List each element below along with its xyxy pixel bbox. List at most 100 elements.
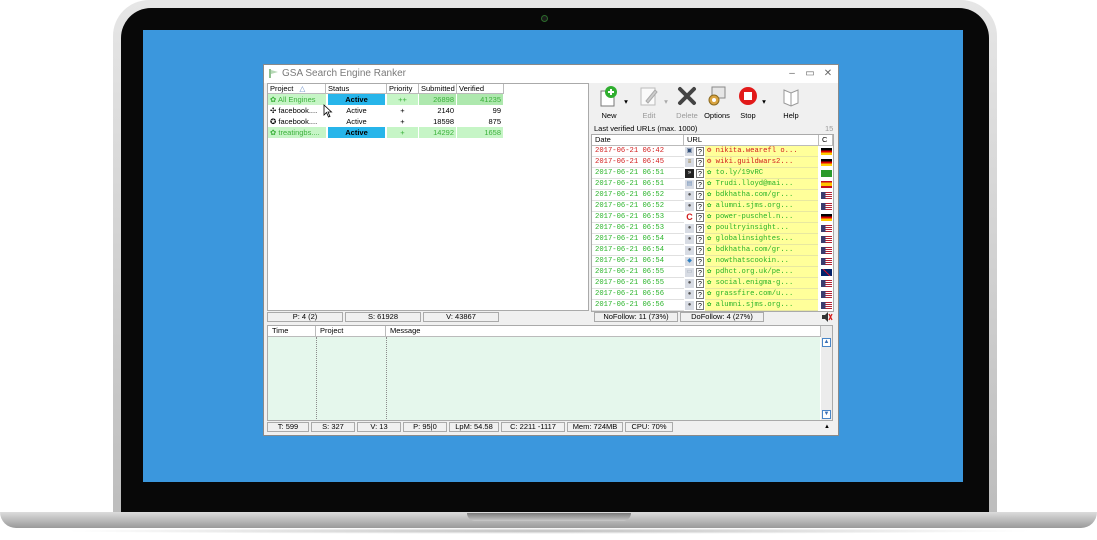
project-row[interactable]: ✪ facebook.... Active + 18598 875 — [268, 116, 504, 127]
col-priority-header[interactable]: Priority — [387, 84, 419, 94]
gear-icon: ⚙ — [707, 147, 716, 155]
col-verified-header[interactable]: Verified — [457, 84, 504, 94]
url-date: 2017-06-21 06:51 — [592, 179, 684, 190]
status-lpm: LpM: 54.58 — [449, 422, 499, 432]
url-date: 2017-06-21 06:56 — [592, 300, 684, 311]
url-row[interactable]: 2017-06-21 06:56 ●? ✿ grassfire.com/u... — [592, 289, 833, 300]
col-message-header[interactable]: Message — [386, 326, 821, 337]
url-link[interactable]: ✿ nowthatscookin... — [705, 256, 818, 267]
app-window: GSA Search Engine Ranker – ▭ ✕ Project △… — [263, 64, 839, 436]
project-cross-icon: ✣ — [270, 106, 277, 115]
edit-button[interactable]: Edit — [636, 85, 662, 120]
col-status-header[interactable]: Status — [326, 84, 387, 94]
edit-dropdown-arrow[interactable]: ▾ — [662, 85, 670, 106]
scroll-up-small-icon[interactable]: ▲ — [824, 424, 830, 430]
url-row[interactable]: 2017-06-21 06:54 ◆? ✿ nowthatscookin... — [592, 256, 833, 267]
url-link[interactable]: ✿ alumni.sjms.org... — [705, 300, 818, 311]
user-icon: ● — [685, 279, 694, 288]
url-row[interactable]: 2017-06-21 06:56 ●? ✿ alumni.sjms.org... — [592, 300, 833, 311]
url-row[interactable]: 2017-06-21 06:45 ≡? ⚙ wiki.guildwars2... — [592, 157, 833, 168]
stop-button[interactable]: Stop — [736, 85, 760, 120]
new-document-icon — [600, 86, 617, 107]
project-row[interactable]: ✣ facebook.... Active + 2140 99 — [268, 105, 504, 116]
speaker-muted-icon[interactable] — [821, 312, 833, 322]
maximize-button[interactable]: ▭ — [802, 67, 818, 80]
minimize-button[interactable]: – — [784, 67, 800, 80]
url-link[interactable]: ✿ power-puschel.n... — [705, 212, 818, 223]
url-row[interactable]: 2017-06-21 06:54 ●? ✿ bdkhatha.com/gr... — [592, 245, 833, 256]
delete-button[interactable]: Delete — [673, 85, 701, 120]
project-priority: ++ — [387, 94, 418, 105]
project-flower-icon: ✿ — [270, 95, 277, 104]
country-flag-icon — [821, 247, 832, 254]
url-row[interactable]: 2017-06-21 06:53 C? ✿ power-puschel.n... — [592, 212, 833, 223]
user-icon: ● — [685, 290, 694, 299]
flower-icon: ✿ — [707, 257, 716, 265]
scroll-down-icon[interactable]: ▼ — [822, 410, 831, 419]
stop-dropdown-arrow[interactable]: ▾ — [760, 85, 768, 106]
status-projects: P: 4 (2) — [267, 312, 343, 322]
url-link[interactable]: ✿ social.enigma-g... — [705, 278, 818, 289]
help-button[interactable]: Help — [779, 85, 803, 120]
url-row[interactable]: 2017-06-21 06:42 ▣? ⚙ nikita.wearefl o... — [592, 146, 833, 157]
new-dropdown-arrow[interactable]: ▾ — [622, 85, 630, 106]
project-priority: + — [400, 117, 405, 126]
url-row[interactable]: 2017-06-21 06:51 ▤? ✿ Trudi.lloyd@mai... — [592, 179, 833, 190]
url-row[interactable]: 2017-06-21 06:51»? ✿ to.ly/19vRC — [592, 168, 833, 179]
url-date: 2017-06-21 06:54 — [592, 245, 684, 256]
url-row[interactable]: 2017-06-21 06:55 ▭? ✿ pdhct.org.uk/pe... — [592, 267, 833, 278]
url-text: social.enigma-g... — [715, 279, 794, 287]
new-button[interactable]: New — [596, 85, 622, 120]
user-icon: ● — [685, 246, 694, 255]
url-date: 2017-06-21 06:52 — [592, 201, 684, 212]
log-scrollbar[interactable]: ▲ ▼ — [821, 326, 832, 420]
project-row[interactable]: ✿ treatingbs.... Active + 14292 1658 — [268, 127, 504, 138]
project-row[interactable]: ✿ All Engines Active ++ 26898 41235 — [268, 94, 504, 105]
col-time-header[interactable]: Time — [268, 326, 316, 337]
col-project-header[interactable]: Project △ — [268, 84, 326, 94]
url-link[interactable]: ✿ to.ly/19vRC — [705, 168, 818, 179]
flower-icon: ✿ — [707, 246, 716, 254]
close-button[interactable]: ✕ — [820, 67, 836, 80]
url-row[interactable]: 2017-06-21 06:52 ●? ✿ alumni.sjms.org... — [592, 201, 833, 212]
col-date-header[interactable]: Date — [592, 135, 684, 146]
col-url-header[interactable]: URL — [684, 135, 819, 146]
project-name: ✿ treatingbs.... — [268, 127, 326, 138]
flower-icon: ✿ — [707, 279, 716, 287]
col-submitted-header[interactable]: Submitted — [419, 84, 457, 94]
verified-urls-count: 15 — [825, 124, 834, 133]
url-link[interactable]: ✿ poultryinsight... — [705, 223, 818, 234]
url-link[interactable]: ✿ globalinsightes... — [705, 234, 818, 245]
help-book-icon — [783, 89, 799, 107]
url-link[interactable]: ✿ bdkhatha.com/gr... — [705, 245, 818, 256]
url-row[interactable]: 2017-06-21 06:52 ●? ✿ bdkhatha.com/gr... — [592, 190, 833, 201]
flower-icon: ✿ — [707, 180, 716, 188]
url-row[interactable]: 2017-06-21 06:53 ●? ✿ poultryinsight... — [592, 223, 833, 234]
flower-icon: ✿ — [707, 191, 716, 199]
country-flag-icon — [821, 269, 832, 276]
url-date: 2017-06-21 06:52 — [592, 190, 684, 201]
url-link[interactable]: ✿ grassfire.com/u... — [705, 289, 818, 300]
url-link[interactable]: ⚙ nikita.wearefl o... — [705, 146, 818, 157]
url-date: 2017-06-21 06:45 — [592, 157, 684, 168]
col-country-header[interactable]: C — [819, 135, 833, 146]
url-link[interactable]: ✿ bdkhatha.com/gr... — [705, 190, 818, 201]
url-text: wiki.guildwars2... — [715, 158, 794, 166]
laptop-notch — [467, 513, 631, 521]
gear-icon: ⚙ — [707, 158, 716, 166]
col-log-project-header[interactable]: Project — [316, 326, 386, 337]
scroll-up-icon[interactable]: ▲ — [822, 338, 831, 347]
options-button[interactable]: Options — [702, 85, 732, 120]
url-link[interactable]: ⚙ wiki.guildwars2... — [705, 157, 818, 168]
unknown-question-icon: ? — [696, 169, 704, 178]
url-row[interactable]: 2017-06-21 06:54 ●? ✿ globalinsightes... — [592, 234, 833, 245]
flower-icon: ✿ — [707, 169, 716, 177]
url-link[interactable]: ✿ Trudi.lloyd@mai... — [705, 179, 818, 190]
verified-url-table: Date URL C 2017-06-21 06:42 ▣? ⚙ nikita.we… — [591, 134, 834, 312]
user-icon: ● — [685, 224, 694, 233]
url-row[interactable]: 2017-06-21 06:55 ●? ✿ social.enigma-g... — [592, 278, 833, 289]
unknown-question-icon: ? — [696, 301, 704, 310]
url-link[interactable]: ✿ alumni.sjms.org... — [705, 201, 818, 212]
laptop-shadow — [60, 528, 1037, 534]
url-link[interactable]: ✿ pdhct.org.uk/pe... — [705, 267, 818, 278]
